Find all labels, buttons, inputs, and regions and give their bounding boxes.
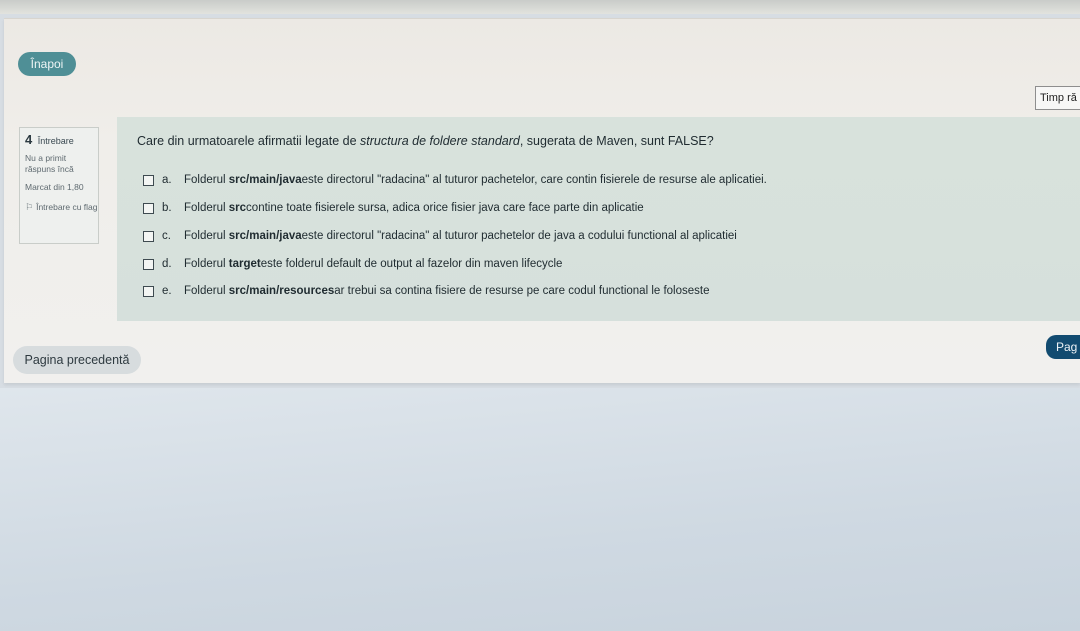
option-text-pre: Folderul: [184, 202, 226, 214]
option-text-post: este folderul default de output al fazel…: [260, 258, 563, 270]
question-text-end: , sugerata de Maven, sunt FALSE?: [519, 134, 714, 148]
option-text-post: ar trebui sa contina fisiere de resurse …: [334, 285, 710, 297]
option-text-pre: Folderul: [184, 258, 226, 270]
question-text-emphasis: structura de foldere standard: [360, 134, 520, 148]
option-text-bold: src/main/resources: [228, 285, 335, 297]
option-text-bold: src/main/java: [228, 230, 302, 242]
option-letter: c.: [162, 230, 171, 242]
question-text: Care din urmatoarele afirmatii legate de…: [137, 134, 714, 148]
flag-icon: ⚐: [25, 202, 34, 212]
back-button[interactable]: Înapoi: [18, 52, 76, 76]
question-label: Întrebare: [37, 136, 74, 146]
browser-top-strip: [0, 0, 1080, 14]
answer-option-e[interactable]: e. Folderul src/main/resources ar trebui…: [143, 283, 710, 299]
question-marks: Marcat din 1,80: [25, 182, 84, 192]
option-text-pre: Folderul: [184, 230, 226, 242]
previous-page-button[interactable]: Pagina precedentă: [13, 346, 141, 374]
checkbox-a[interactable]: [143, 174, 154, 186]
option-text-pre: Folderul: [184, 174, 226, 186]
question-number: 4: [25, 132, 33, 147]
question-panel: Care din urmatoarele afirmatii legate de…: [117, 117, 1080, 321]
checkbox-b[interactable]: [143, 202, 154, 214]
time-remaining-box: Timp ră: [1035, 86, 1080, 110]
option-letter: a.: [162, 174, 172, 186]
answer-option-a[interactable]: a. Folderul src/main/java este directoru…: [143, 172, 767, 188]
option-letter: d.: [162, 258, 172, 270]
question-number-line: 4 Întrebare: [25, 132, 98, 147]
option-text-post: contine toate fisierele sursa, adica ori…: [246, 202, 644, 214]
option-letter: b.: [162, 202, 172, 214]
flag-question-link[interactable]: ⚐ Întrebare cu flag: [25, 202, 98, 213]
answer-option-c[interactable]: c. Folderul src/main/java este directoru…: [143, 228, 737, 244]
option-text-bold: src/main/java: [228, 174, 302, 186]
answer-option-b[interactable]: b. Folderul src contine toate fisierele …: [143, 200, 644, 216]
question-status: Nu a primit răspuns încă: [25, 153, 74, 174]
checkbox-d[interactable]: [143, 258, 154, 270]
quiz-page-card: Înapoi Timp ră 4 Întrebare Nu a primit r…: [4, 18, 1080, 383]
question-text-start: Care din urmatoarele afirmatii legate de: [137, 134, 361, 148]
next-page-button[interactable]: Pag: [1046, 335, 1080, 359]
option-text-bold: src: [228, 202, 247, 214]
answer-option-d[interactable]: d. Folderul target este folderul default…: [143, 256, 562, 272]
checkbox-e[interactable]: [143, 285, 154, 297]
option-letter: e.: [162, 285, 172, 297]
option-text-bold: target: [228, 258, 261, 270]
option-text-pre: Folderul: [184, 285, 226, 297]
checkbox-c[interactable]: [143, 230, 154, 242]
option-text-post: este directorul "radacina" al tuturor pa…: [301, 174, 767, 186]
option-text-post: este directorul "radacina" al tuturor pa…: [301, 230, 737, 242]
page-background-lower: [0, 388, 1080, 631]
flag-question-label: Întrebare cu flag: [36, 202, 98, 212]
question-info-box: 4 Întrebare Nu a primit răspuns încă Mar…: [19, 127, 99, 244]
